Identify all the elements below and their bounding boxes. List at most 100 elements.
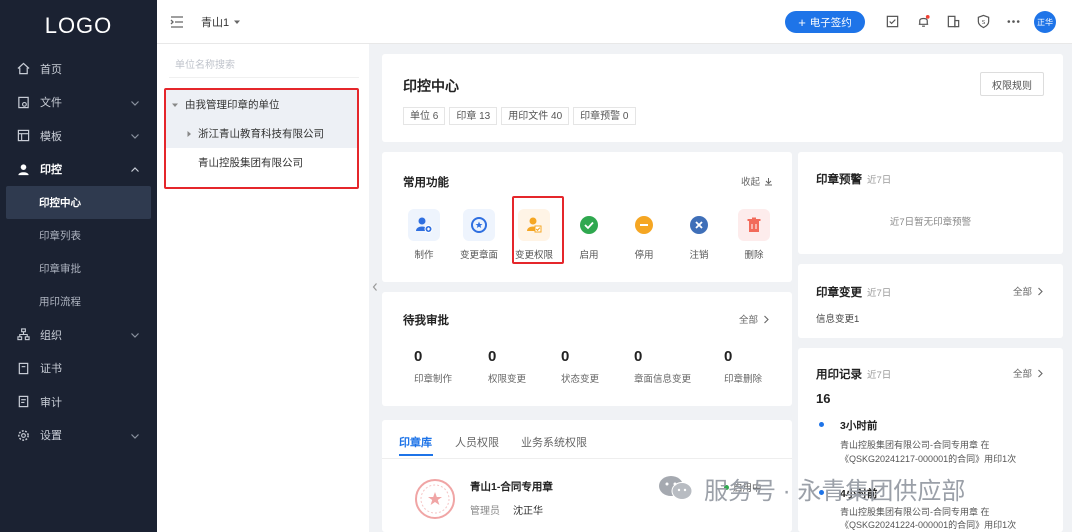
func-label: 启用 xyxy=(579,250,599,261)
change-item[interactable]: 信息变更1 xyxy=(816,311,859,325)
seal-warning-card: 印章预警 近7日 近7日暂无印章预警 xyxy=(798,152,1063,254)
count-label: 章面信息变更 xyxy=(634,374,692,385)
func-label: 停用 xyxy=(634,250,654,261)
usage-title: 用印记录 近7日 xyxy=(816,366,891,382)
e-sign-button[interactable]: + 电子签约 xyxy=(785,11,865,33)
stat-files: 用印文件 40 xyxy=(501,107,570,125)
record-time: 3小时前 xyxy=(840,420,878,432)
pending-seal-make[interactable]: 0 印章制作 xyxy=(414,348,452,385)
seal-manager: 沈正华 xyxy=(513,506,543,517)
count-label: 印章制作 xyxy=(414,374,453,385)
seal-name: 青山1-合同专用章 xyxy=(470,481,553,493)
nav-item-certificate[interactable]: 证书 xyxy=(0,352,157,386)
shield-icon[interactable]: S xyxy=(976,14,991,29)
bell-icon[interactable] xyxy=(916,14,931,29)
watermark-text: 服务号 · 永青集团供应部 xyxy=(704,477,966,505)
tab-system-permission[interactable]: 业务系统权限 xyxy=(521,434,587,450)
subnav-seal-center[interactable]: 印控中心 xyxy=(6,186,151,219)
all-label: 全部 xyxy=(1013,369,1033,380)
pending-title: 待我审批 xyxy=(403,315,449,327)
user-icon xyxy=(16,162,30,176)
func-change-face[interactable]: 变更章面 xyxy=(456,209,502,261)
func-label: 变更章面 xyxy=(459,250,498,261)
tab-underline xyxy=(399,454,433,456)
warning-empty: 近7日暂无印章预警 xyxy=(889,217,972,228)
nav-item-file[interactable]: 文件 xyxy=(0,86,157,120)
all-label: 全部 xyxy=(739,315,759,326)
pending-status[interactable]: 0 状态变更 xyxy=(561,348,599,385)
panel-splitter[interactable] xyxy=(369,44,381,532)
common-title: 常用功能 xyxy=(403,177,449,189)
nav-item-org[interactable]: 组织 xyxy=(0,318,157,352)
count: 0 xyxy=(724,348,733,365)
avatar[interactable]: 正华 xyxy=(1034,11,1056,33)
e-sign-label: 电子签约 xyxy=(809,16,852,29)
func-cancel[interactable]: 注销 xyxy=(676,209,722,261)
warning-period: 近7日 xyxy=(867,175,892,186)
usage-all-link[interactable]: 全部 xyxy=(1013,366,1044,380)
org-selector[interactable]: 青山1 xyxy=(201,14,241,30)
seal-make-icon xyxy=(408,209,440,241)
unit-search-input[interactable]: 单位名称搜索 xyxy=(169,54,359,78)
caret-down-icon xyxy=(234,20,241,24)
record-line: 青山控股集团有限公司-合同专用章 在 xyxy=(840,507,990,517)
tab-user-permission[interactable]: 人员权限 xyxy=(455,434,499,450)
chevron-down-icon xyxy=(131,134,139,139)
subnav-seal-approval[interactable]: 印章审批 xyxy=(0,252,157,285)
subnav-seal-list[interactable]: 印章列表 xyxy=(0,219,157,252)
nav-item-template[interactable]: 模板 xyxy=(0,119,157,153)
x-circle-icon xyxy=(683,209,715,241)
chevron-down-icon xyxy=(131,433,139,439)
nav-item-settings[interactable]: 设置 xyxy=(0,419,157,453)
func-disable[interactable]: 停用 xyxy=(621,209,667,261)
plus-icon: + xyxy=(798,14,806,30)
pending-all-link[interactable]: 全部 xyxy=(739,312,770,326)
chevron-down-icon xyxy=(131,100,139,106)
collapse-label: 收起 xyxy=(741,177,761,188)
minus-circle-icon xyxy=(628,209,660,241)
pending-permission[interactable]: 0 权限变更 xyxy=(488,348,526,385)
menu-collapse-icon[interactable] xyxy=(169,14,185,30)
nav-label: 证书 xyxy=(40,363,62,376)
func-label: 制作 xyxy=(414,250,434,261)
stat-seals: 印章 13 xyxy=(449,107,498,125)
change-period: 近7日 xyxy=(867,288,892,299)
org-icon xyxy=(16,328,30,342)
audit-icon xyxy=(16,395,30,409)
chevron-right-icon xyxy=(1038,287,1043,295)
count: 0 xyxy=(634,348,643,365)
func-delete[interactable]: 删除 xyxy=(731,209,777,261)
count-label: 状态变更 xyxy=(561,374,600,385)
highlight-box xyxy=(512,196,564,264)
rules-button[interactable]: 权限规则 xyxy=(980,72,1044,96)
tab-seal-library[interactable]: 印章库 xyxy=(399,434,432,450)
func-enable[interactable]: 启用 xyxy=(566,209,612,261)
home-icon xyxy=(16,62,30,76)
nav-label: 文件 xyxy=(40,97,62,110)
pending-seal-delete[interactable]: 0 印章删除 xyxy=(724,348,762,385)
chevron-left-icon xyxy=(372,283,377,291)
change-title-text: 印章变更 xyxy=(816,287,862,299)
count: 0 xyxy=(488,348,497,365)
certificate-icon xyxy=(16,361,30,375)
subnav-seal-flow[interactable]: 用印流程 xyxy=(0,285,157,318)
collapse-icon xyxy=(765,177,773,185)
common-functions-card: 常用功能 收起 制作 变更章面 变更权限 启用 停用 注销 删除 xyxy=(382,152,792,282)
nav-item-audit[interactable]: 审计 xyxy=(0,385,157,419)
task-icon[interactable] xyxy=(885,14,900,29)
change-all-link[interactable]: 全部 xyxy=(1013,284,1044,298)
collapse-button[interactable]: 收起 xyxy=(741,174,773,188)
chevron-right-icon xyxy=(1038,369,1043,377)
pending-face-info[interactable]: 0 章面信息变更 xyxy=(634,348,691,385)
warning-title-text: 印章预警 xyxy=(816,174,862,186)
chevron-up-icon xyxy=(131,166,139,172)
more-icon[interactable] xyxy=(1006,14,1021,29)
func-make[interactable]: 制作 xyxy=(401,209,447,261)
seal-face-icon xyxy=(463,209,495,241)
top-header: 青山1 + 电子签约 S 正华 xyxy=(157,0,1072,44)
nav-item-seal-control[interactable]: 印控 xyxy=(0,153,157,187)
svg-text:S: S xyxy=(982,20,986,26)
count-label: 印章删除 xyxy=(724,374,763,385)
building-icon[interactable] xyxy=(946,14,961,29)
nav-item-home[interactable]: 首页 xyxy=(0,52,157,86)
